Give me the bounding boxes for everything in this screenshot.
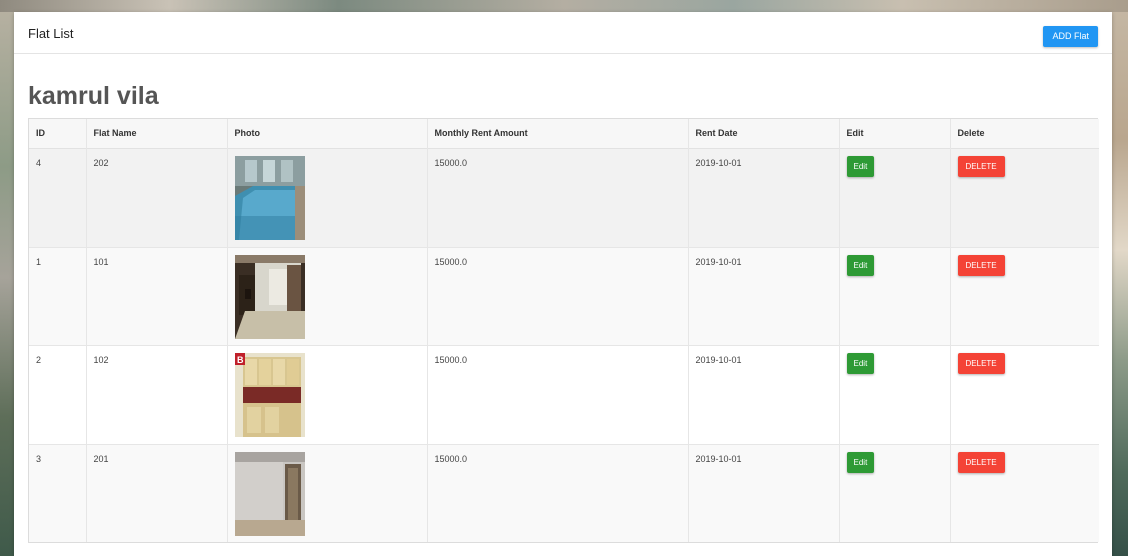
table-row: 3 201 15000.0 2019-10-01 Edit DELETE	[29, 444, 1099, 542]
cell-delete: DELETE	[950, 148, 1099, 247]
cell-rent: 15000.0	[427, 345, 689, 444]
cell-photo	[227, 247, 428, 345]
cell-rent: 15000.0	[427, 148, 689, 247]
header-id: ID	[29, 119, 87, 148]
cell-id: 1	[29, 247, 87, 345]
header-flat-name: Flat Name	[86, 119, 228, 148]
flat-photo-room[interactable]	[234, 254, 305, 339]
cell-rent-date: 2019-10-01	[688, 148, 840, 247]
cell-id: 2	[29, 345, 87, 444]
cell-delete: DELETE	[950, 345, 1099, 444]
panel-title: Flat List	[28, 26, 74, 41]
cell-edit: Edit	[839, 148, 951, 247]
cell-edit: Edit	[839, 247, 951, 345]
table-row: 2 102 B 15000.0 2019-10-01 Edit DELETE	[29, 345, 1099, 444]
building-name-heading: kamrul vila	[28, 82, 159, 110]
delete-button[interactable]: DELETE	[957, 352, 1005, 374]
cell-flat-name: 202	[86, 148, 228, 247]
cell-rent: 15000.0	[427, 444, 689, 542]
table-row: 4 202 15000.0 2019-10-01 Edit DELETE	[29, 148, 1099, 247]
edit-button[interactable]: Edit	[846, 155, 875, 177]
cell-flat-name: 201	[86, 444, 228, 542]
cell-id: 4	[29, 148, 87, 247]
cell-rent-date: 2019-10-01	[688, 345, 840, 444]
cell-delete: DELETE	[950, 444, 1099, 542]
edit-button[interactable]: Edit	[846, 451, 875, 473]
header-edit: Edit	[839, 119, 951, 148]
cell-rent-date: 2019-10-01	[688, 444, 840, 542]
flat-photo-pool[interactable]	[234, 155, 305, 240]
svg-text:B: B	[237, 355, 244, 365]
flat-photo-kitchen[interactable]: B	[234, 352, 305, 437]
cell-id: 3	[29, 444, 87, 542]
cell-flat-name: 102	[86, 345, 228, 444]
delete-button[interactable]: DELETE	[957, 155, 1005, 177]
header-delete: Delete	[957, 128, 985, 138]
flat-photo-bedroom[interactable]	[234, 451, 305, 536]
header-monthly-rent: Monthly Rent Amount	[427, 119, 689, 148]
cell-photo	[227, 148, 428, 247]
table-row: 1 101 15000.0 2019-10-01 Edit DELETE	[29, 247, 1099, 345]
header-photo: Photo	[227, 119, 428, 148]
panel-header: Flat List ADD Flat	[14, 12, 1112, 54]
cell-rent-date: 2019-10-01	[688, 247, 840, 345]
add-flat-button[interactable]: ADD Flat	[1043, 26, 1098, 47]
cell-photo	[227, 444, 428, 542]
cell-edit: Edit	[839, 345, 951, 444]
cell-rent: 15000.0	[427, 247, 689, 345]
cell-edit: Edit	[839, 444, 951, 542]
table-header-row: ID Flat Name Photo Monthly Rent Amount R…	[29, 119, 1099, 148]
header-rent-date: Rent Date	[688, 119, 840, 148]
delete-button[interactable]: DELETE	[957, 254, 1005, 276]
delete-button[interactable]: DELETE	[957, 451, 1005, 473]
cell-photo: B	[227, 345, 428, 444]
cell-flat-name: 101	[86, 247, 228, 345]
flat-list-panel: Flat List ADD Flat kamrul vila ID Flat N…	[14, 12, 1112, 556]
edit-button[interactable]: Edit	[846, 352, 875, 374]
flat-table: ID Flat Name Photo Monthly Rent Amount R…	[28, 118, 1099, 543]
cell-delete: DELETE	[950, 247, 1099, 345]
edit-button[interactable]: Edit	[846, 254, 875, 276]
